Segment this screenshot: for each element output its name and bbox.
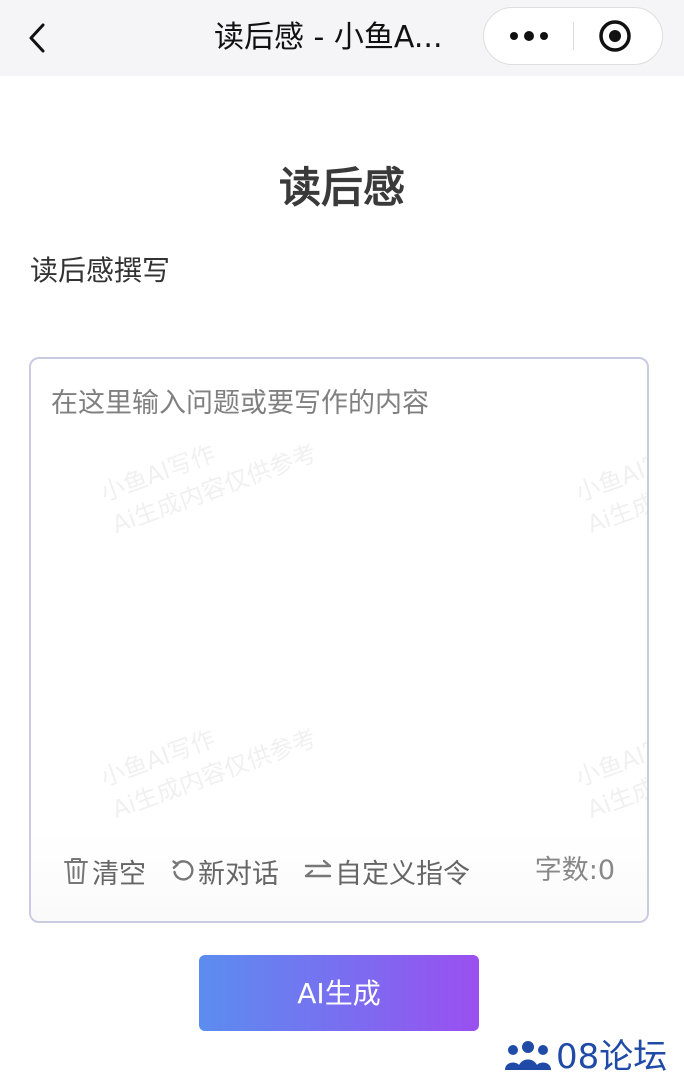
clear-button[interactable]: 清空 — [63, 851, 146, 891]
page-title: 读后感 — [278, 163, 405, 212]
page-subtitle: 读后感撰写 — [30, 254, 171, 287]
more-button[interactable] — [502, 8, 556, 64]
capsule-divider — [573, 22, 574, 50]
clear-label: 清空 — [92, 858, 146, 890]
custom-prompt-button[interactable]: 自定义指令 — [304, 851, 470, 891]
forum-watermark-logo: 08论坛 — [504, 1034, 667, 1080]
forum-logo-text: 08论坛 — [556, 1037, 668, 1077]
nav-title: 读后感 - 小鱼A... — [214, 20, 443, 55]
close-mini-program-button[interactable] — [596, 17, 634, 55]
chevron-left-icon — [29, 23, 45, 53]
back-button[interactable] — [22, 20, 52, 56]
prompt-editor: 小鱼AI写作 Ai生成内容仅供参考 小鱼AI写作 Ai生成内容仅供参考 小鱼AI… — [29, 357, 649, 923]
more-dots-icon — [510, 31, 548, 41]
editor-toolbar: 清空 新对话 自定义指令 字数:0 — [31, 829, 647, 921]
mini-program-navbar: 读后感 - 小鱼A... — [0, 0, 684, 76]
char-count: 字数:0 — [534, 855, 615, 886]
new-chat-button[interactable]: 新对话 — [171, 851, 279, 891]
new-chat-label: 新对话 — [198, 858, 279, 890]
capsule-menu — [483, 7, 663, 65]
target-circle-icon — [599, 20, 631, 52]
ai-generate-button[interactable]: AI生成 — [199, 955, 479, 1031]
prompt-input[interactable] — [31, 359, 647, 829]
refresh-icon — [172, 860, 194, 881]
people-group-icon — [505, 1041, 551, 1070]
swap-arrows-icon — [304, 859, 332, 878]
trash-icon — [64, 858, 88, 884]
custom-prompt-label: 自定义指令 — [335, 858, 470, 890]
